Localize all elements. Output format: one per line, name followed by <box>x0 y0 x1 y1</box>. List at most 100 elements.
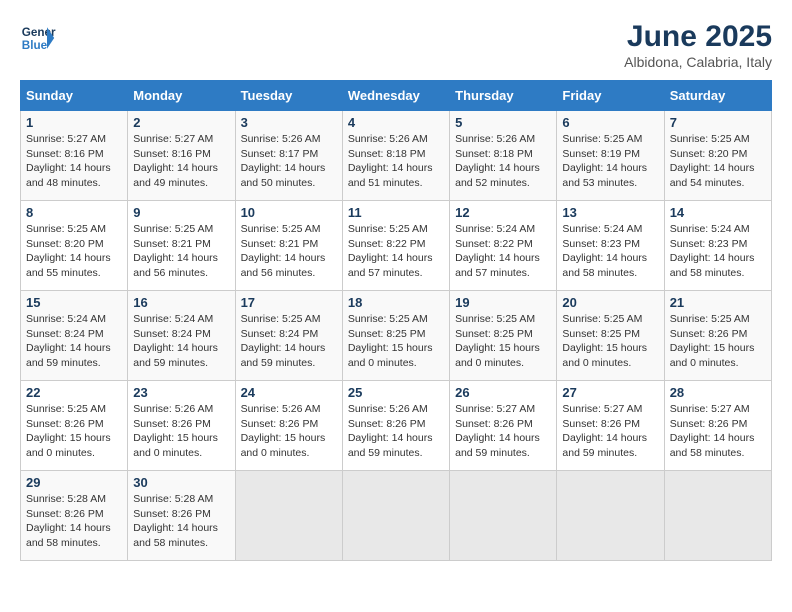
day-info: Sunrise: 5:24 AMSunset: 8:24 PMDaylight:… <box>133 312 229 371</box>
day-info: Sunrise: 5:25 AMSunset: 8:20 PMDaylight:… <box>26 222 122 281</box>
svg-text:Blue: Blue <box>22 39 48 52</box>
table-row: 7 Sunrise: 5:25 AMSunset: 8:20 PMDaylight… <box>664 111 771 201</box>
table-row: 15Sunrise: 5:24 AMSunset: 8:24 PMDayligh… <box>21 291 128 381</box>
table-row: 1 Sunrise: 5:27 AMSunset: 8:16 PMDaylight… <box>21 111 128 201</box>
table-row: 21 Sunrise: 5:25 AMSunset: 8:26 PMDayligh… <box>664 291 771 381</box>
day-info: Sunrise: 5:25 AMSunset: 8:19 PMDaylight:… <box>562 132 658 191</box>
table-row: 27 Sunrise: 5:27 AMSunset: 8:26 PMDayligh… <box>557 381 664 471</box>
table-row: 13 Sunrise: 5:24 AMSunset: 8:23 PMDayligh… <box>557 201 664 291</box>
day-info: Sunrise: 5:25 AMSunset: 8:21 PMDaylight:… <box>241 222 337 281</box>
table-row: 2Sunrise: 5:27 AMSunset: 8:16 PMDaylight… <box>128 111 235 201</box>
calendar-row: 29 Sunrise: 5:28 AMSunset: 8:26 PMDayligh… <box>21 471 772 561</box>
day-number: 5 <box>455 115 551 130</box>
header-wednesday: Wednesday <box>342 81 449 111</box>
day-number: 12 <box>455 205 551 220</box>
day-info: Sunrise: 5:26 AMSunset: 8:17 PMDaylight:… <box>241 132 337 191</box>
day-number: 27 <box>562 385 658 400</box>
day-info: Sunrise: 5:27 AMSunset: 8:16 PMDaylight:… <box>26 132 122 191</box>
day-number: 26 <box>455 385 551 400</box>
day-info: Sunrise: 5:25 AMSunset: 8:26 PMDaylight:… <box>670 312 766 371</box>
table-row: 9 Sunrise: 5:25 AMSunset: 8:21 PMDaylight… <box>128 201 235 291</box>
header-thursday: Thursday <box>450 81 557 111</box>
day-info: Sunrise: 5:25 AMSunset: 8:24 PMDaylight:… <box>241 312 337 371</box>
day-number: 1 <box>26 115 122 130</box>
day-info: Sunrise: 5:25 AMSunset: 8:20 PMDaylight:… <box>670 132 766 191</box>
table-row <box>664 471 771 561</box>
day-number: 7 <box>670 115 766 130</box>
calendar-row: 22 Sunrise: 5:25 AMSunset: 8:26 PMDayligh… <box>21 381 772 471</box>
table-row <box>557 471 664 561</box>
day-number: 25 <box>348 385 444 400</box>
table-row: 10 Sunrise: 5:25 AMSunset: 8:21 PMDayligh… <box>235 201 342 291</box>
table-row <box>342 471 449 561</box>
day-number: 14 <box>670 205 766 220</box>
day-number: 16 <box>133 295 229 310</box>
day-number: 21 <box>670 295 766 310</box>
day-number: 29 <box>26 475 122 490</box>
day-info: Sunrise: 5:24 AMSunset: 8:24 PMDaylight:… <box>26 312 122 371</box>
day-number: 18 <box>348 295 444 310</box>
day-number: 11 <box>348 205 444 220</box>
day-info: Sunrise: 5:25 AMSunset: 8:25 PMDaylight:… <box>562 312 658 371</box>
day-number: 13 <box>562 205 658 220</box>
calendar-title: June 2025 <box>624 20 772 54</box>
table-row: 14 Sunrise: 5:24 AMSunset: 8:23 PMDayligh… <box>664 201 771 291</box>
logo: General Blue <box>20 20 56 56</box>
table-row: 3 Sunrise: 5:26 AMSunset: 8:17 PMDaylight… <box>235 111 342 201</box>
day-number: 24 <box>241 385 337 400</box>
header-friday: Friday <box>557 81 664 111</box>
day-info: Sunrise: 5:27 AMSunset: 8:16 PMDaylight:… <box>133 132 229 191</box>
table-row: 22 Sunrise: 5:25 AMSunset: 8:26 PMDayligh… <box>21 381 128 471</box>
day-info: Sunrise: 5:27 AMSunset: 8:26 PMDaylight:… <box>562 402 658 461</box>
day-number: 23 <box>133 385 229 400</box>
day-number: 6 <box>562 115 658 130</box>
day-info: Sunrise: 5:24 AMSunset: 8:23 PMDaylight:… <box>562 222 658 281</box>
day-number: 8 <box>26 205 122 220</box>
header-tuesday: Tuesday <box>235 81 342 111</box>
day-number: 28 <box>670 385 766 400</box>
day-info: Sunrise: 5:26 AMSunset: 8:26 PMDaylight:… <box>348 402 444 461</box>
table-row: 19 Sunrise: 5:25 AMSunset: 8:25 PMDayligh… <box>450 291 557 381</box>
day-number: 22 <box>26 385 122 400</box>
header-row: Sunday Monday Tuesday Wednesday Thursday… <box>21 81 772 111</box>
day-number: 10 <box>241 205 337 220</box>
header-sunday: Sunday <box>21 81 128 111</box>
table-row: 5Sunrise: 5:26 AMSunset: 8:18 PMDaylight… <box>450 111 557 201</box>
table-row: 25 Sunrise: 5:26 AMSunset: 8:26 PMDayligh… <box>342 381 449 471</box>
table-row: 8 Sunrise: 5:25 AMSunset: 8:20 PMDaylight… <box>21 201 128 291</box>
day-info: Sunrise: 5:26 AMSunset: 8:26 PMDaylight:… <box>133 402 229 461</box>
table-row <box>450 471 557 561</box>
calendar-row: 15Sunrise: 5:24 AMSunset: 8:24 PMDayligh… <box>21 291 772 381</box>
day-info: Sunrise: 5:25 AMSunset: 8:25 PMDaylight:… <box>455 312 551 371</box>
table-row: 29 Sunrise: 5:28 AMSunset: 8:26 PMDayligh… <box>21 471 128 561</box>
table-row: 16 Sunrise: 5:24 AMSunset: 8:24 PMDayligh… <box>128 291 235 381</box>
day-info: Sunrise: 5:25 AMSunset: 8:22 PMDaylight:… <box>348 222 444 281</box>
table-row: 23 Sunrise: 5:26 AMSunset: 8:26 PMDayligh… <box>128 381 235 471</box>
day-info: Sunrise: 5:26 AMSunset: 8:18 PMDaylight:… <box>348 132 444 191</box>
table-row: 12Sunrise: 5:24 AMSunset: 8:22 PMDayligh… <box>450 201 557 291</box>
table-row: 24Sunrise: 5:26 AMSunset: 8:26 PMDayligh… <box>235 381 342 471</box>
page-header: General Blue June 2025 Albidona, Calabri… <box>20 20 772 70</box>
day-info: Sunrise: 5:25 AMSunset: 8:21 PMDaylight:… <box>133 222 229 281</box>
day-number: 20 <box>562 295 658 310</box>
calendar-table: Sunday Monday Tuesday Wednesday Thursday… <box>20 80 772 561</box>
calendar-subtitle: Albidona, Calabria, Italy <box>624 54 772 70</box>
header-monday: Monday <box>128 81 235 111</box>
table-row: 20 Sunrise: 5:25 AMSunset: 8:25 PMDayligh… <box>557 291 664 381</box>
day-number: 9 <box>133 205 229 220</box>
day-info: Sunrise: 5:24 AMSunset: 8:23 PMDaylight:… <box>670 222 766 281</box>
day-number: 17 <box>241 295 337 310</box>
day-number: 30 <box>133 475 229 490</box>
table-row: 26Sunrise: 5:27 AMSunset: 8:26 PMDayligh… <box>450 381 557 471</box>
table-row: 28 Sunrise: 5:27 AMSunset: 8:26 PMDayligh… <box>664 381 771 471</box>
table-row: 4 Sunrise: 5:26 AMSunset: 8:18 PMDaylight… <box>342 111 449 201</box>
table-row: 17 Sunrise: 5:25 AMSunset: 8:24 PMDayligh… <box>235 291 342 381</box>
day-number: 4 <box>348 115 444 130</box>
calendar-row: 1 Sunrise: 5:27 AMSunset: 8:16 PMDaylight… <box>21 111 772 201</box>
table-row <box>235 471 342 561</box>
day-number: 3 <box>241 115 337 130</box>
day-info: Sunrise: 5:25 AMSunset: 8:26 PMDaylight:… <box>26 402 122 461</box>
day-info: Sunrise: 5:28 AMSunset: 8:26 PMDaylight:… <box>26 492 122 551</box>
day-info: Sunrise: 5:27 AMSunset: 8:26 PMDaylight:… <box>670 402 766 461</box>
day-number: 19 <box>455 295 551 310</box>
